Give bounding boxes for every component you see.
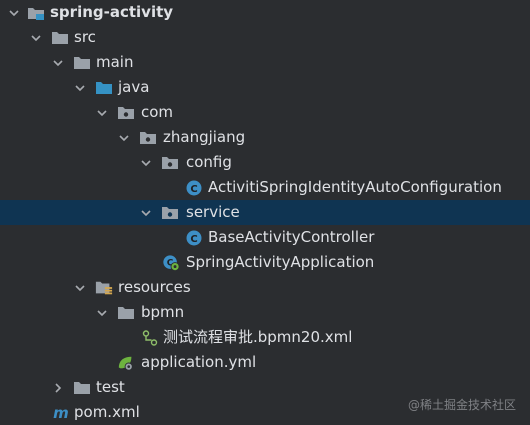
chevron-down-icon[interactable] [7,0,21,25]
tree-label: main [96,53,134,71]
spring-boot-app-icon: C [162,250,180,275]
svg-text:m: m [53,406,69,420]
tree-row-config-class[interactable]: C ActivitiSpringIdentityAutoConfiguratio… [0,175,530,200]
tree-label: service [186,203,240,221]
module-folder-icon [27,0,45,25]
chevron-down-icon[interactable] [95,300,109,325]
tree-label: bpmn [141,303,185,321]
tree-row-bpmn[interactable]: bpmn [0,300,530,325]
package-icon [117,100,135,125]
tree-label: src [74,28,96,46]
tree-label: spring-activity [50,3,174,21]
tree-row-resources[interactable]: resources [0,275,530,300]
tree-label: application.yml [141,353,257,371]
tree-row-main[interactable]: main [0,50,530,75]
tree-label: SpringActivityApplication [186,253,375,271]
tree-row-application-yml[interactable]: application.yml [0,350,530,375]
tree-row-com[interactable]: com [0,100,530,125]
chevron-down-icon[interactable] [139,200,153,225]
chevron-right-icon[interactable] [51,375,65,400]
tree-label: test [96,378,125,396]
chevron-down-icon[interactable] [29,25,43,50]
svg-text:C: C [190,184,197,195]
package-icon [161,200,179,225]
folder-icon [73,375,91,400]
chevron-down-icon[interactable] [51,50,65,75]
class-icon: C [185,175,203,200]
tree-row-src[interactable]: src [0,25,530,50]
package-icon [139,125,157,150]
class-icon: C [185,225,203,250]
chevron-down-icon[interactable] [139,150,153,175]
source-folder-icon [95,75,113,100]
svg-text:C: C [190,234,197,245]
tree-label: 测试流程审批.bpmn20.xml [163,328,353,346]
spring-config-icon [117,350,135,375]
bpmn-file-icon [141,325,159,350]
chevron-down-icon[interactable] [73,75,87,100]
folder-icon [73,50,91,75]
tree-row-bpmn-file[interactable]: 测试流程审批.bpmn20.xml [0,325,530,350]
maven-icon: m [51,400,71,425]
chevron-down-icon[interactable] [73,275,87,300]
tree-row-service-class[interactable]: C BaseActivityController [0,225,530,250]
watermark: @稀土掘金技术社区 [407,398,516,412]
tree-row-java[interactable]: java [0,75,530,100]
tree-row-service[interactable]: service [0,200,530,225]
package-icon [161,150,179,175]
tree-label: ActivitiSpringIdentityAutoConfiguration [208,178,502,196]
tree-label: config [186,153,232,171]
folder-icon [51,25,69,50]
folder-icon [117,300,135,325]
tree-label: pom.xml [74,403,140,421]
chevron-down-icon[interactable] [95,100,109,125]
tree-row-config[interactable]: config [0,150,530,175]
tree-label: BaseActivityController [208,228,375,246]
resources-folder-icon [95,275,113,300]
tree-label: com [141,103,174,121]
tree-row-zhangjiang[interactable]: zhangjiang [0,125,530,150]
chevron-down-icon[interactable] [117,125,131,150]
tree-row-app-class[interactable]: C SpringActivityApplication [0,250,530,275]
tree-label: resources [118,278,191,296]
tree-label: zhangjiang [163,128,246,146]
tree-row-spring-activity[interactable]: spring-activity [0,0,530,25]
tree-label: java [118,78,150,96]
